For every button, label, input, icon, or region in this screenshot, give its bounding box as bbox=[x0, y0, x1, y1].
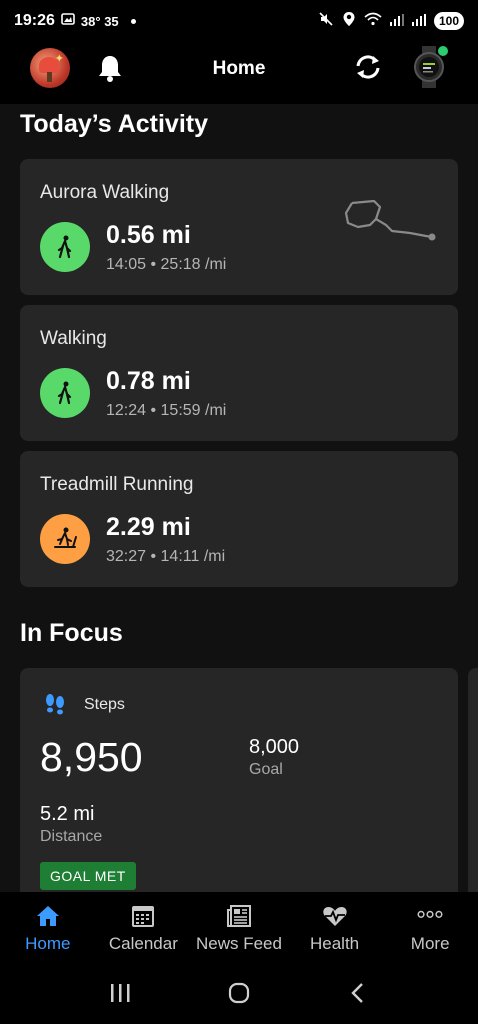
activity-card[interactable]: Aurora Walking 0.56 mi 14:05 • 25:18 /mi bbox=[20, 159, 458, 295]
activity-distance: 0.56 mi bbox=[106, 221, 191, 249]
steps-value: 8,950 bbox=[40, 734, 143, 780]
activity-card[interactable]: Treadmill Running 2.29 mi 32:27 • 14:11 … bbox=[20, 451, 458, 587]
system-nav-bar bbox=[0, 962, 478, 1024]
notification-dot-icon bbox=[130, 18, 136, 24]
nav-health[interactable]: Health bbox=[287, 892, 383, 962]
nav-more[interactable]: More bbox=[382, 892, 478, 962]
activity-distance: 2.29 mi bbox=[106, 513, 191, 541]
steps-label: Steps bbox=[84, 696, 125, 713]
device-connected-badge bbox=[438, 46, 448, 56]
sync-icon[interactable] bbox=[352, 51, 384, 83]
nav-calendar-label: Calendar bbox=[108, 934, 178, 953]
next-focus-card[interactable] bbox=[468, 668, 478, 892]
calendar-icon bbox=[132, 906, 155, 927]
in-focus-title: In Focus bbox=[20, 619, 123, 647]
nav-home-label: Home bbox=[25, 934, 71, 953]
activity-meta: 32:27 • 14:11 /mi bbox=[106, 548, 226, 565]
nav-news-feed-label: News Feed bbox=[195, 934, 282, 953]
status-temperature: 38° 35 bbox=[80, 13, 119, 29]
nav-calendar[interactable]: Calendar bbox=[96, 892, 192, 962]
goal-value: 8,000 bbox=[249, 736, 300, 758]
more-icon bbox=[417, 910, 443, 918]
route-map-icon bbox=[344, 199, 436, 241]
back-icon[interactable] bbox=[343, 978, 373, 1008]
goal-label: Goal bbox=[249, 761, 283, 778]
activity-meta: 14:05 • 25:18 /mi bbox=[106, 256, 227, 273]
home-icon bbox=[36, 906, 59, 926]
app-header: ✦ Home bbox=[0, 42, 478, 104]
signal-icon bbox=[389, 13, 404, 30]
activity-name: Aurora Walking bbox=[40, 182, 170, 203]
health-icon bbox=[322, 907, 347, 926]
signal-icon-2 bbox=[411, 13, 426, 30]
wifi-icon bbox=[364, 12, 382, 30]
footsteps-icon bbox=[46, 694, 64, 715]
recents-icon[interactable] bbox=[105, 978, 135, 1008]
todays-activity-title: Today’s Activity bbox=[20, 110, 209, 138]
treadmill-icon bbox=[40, 514, 90, 564]
image-notification-icon bbox=[61, 12, 75, 30]
status-time: 19:26 bbox=[14, 12, 55, 29]
distance-label: Distance bbox=[40, 828, 103, 845]
status-bar: 19:26 38° 35 100 bbox=[0, 0, 478, 42]
distance-value: 5.2 mi bbox=[40, 803, 95, 825]
mute-icon bbox=[318, 11, 334, 31]
battery-indicator: 100 bbox=[433, 12, 464, 30]
activity-card[interactable]: Walking 0.78 mi 12:24 • 15:59 /mi bbox=[20, 305, 458, 441]
nav-health-label: Health bbox=[310, 934, 360, 953]
activity-meta: 12:24 • 15:59 /mi bbox=[106, 402, 227, 419]
home-content[interactable]: Today’s Activity Aurora Walking 0.56 mi … bbox=[0, 104, 478, 892]
steps-focus-card[interactable]: Steps 8,950 8,000 Goal 5.2 mi Distance G… bbox=[20, 668, 458, 892]
home-button-icon[interactable] bbox=[224, 978, 254, 1008]
news-feed-icon bbox=[226, 905, 251, 927]
location-icon bbox=[342, 11, 356, 31]
activity-name: Treadmill Running bbox=[40, 474, 194, 495]
activity-distance: 0.78 mi bbox=[106, 367, 191, 395]
walking-icon bbox=[40, 368, 90, 418]
walking-icon bbox=[40, 222, 90, 272]
page-title: Home bbox=[212, 58, 266, 79]
nav-news-feed[interactable]: News Feed bbox=[191, 892, 287, 962]
bottom-nav: Home Calendar News Feed Health More bbox=[0, 892, 478, 962]
activity-name: Walking bbox=[40, 328, 107, 349]
goal-met-badge: GOAL MET bbox=[40, 862, 136, 890]
nav-home[interactable]: Home bbox=[0, 892, 96, 962]
nav-more-label: More bbox=[410, 934, 450, 953]
